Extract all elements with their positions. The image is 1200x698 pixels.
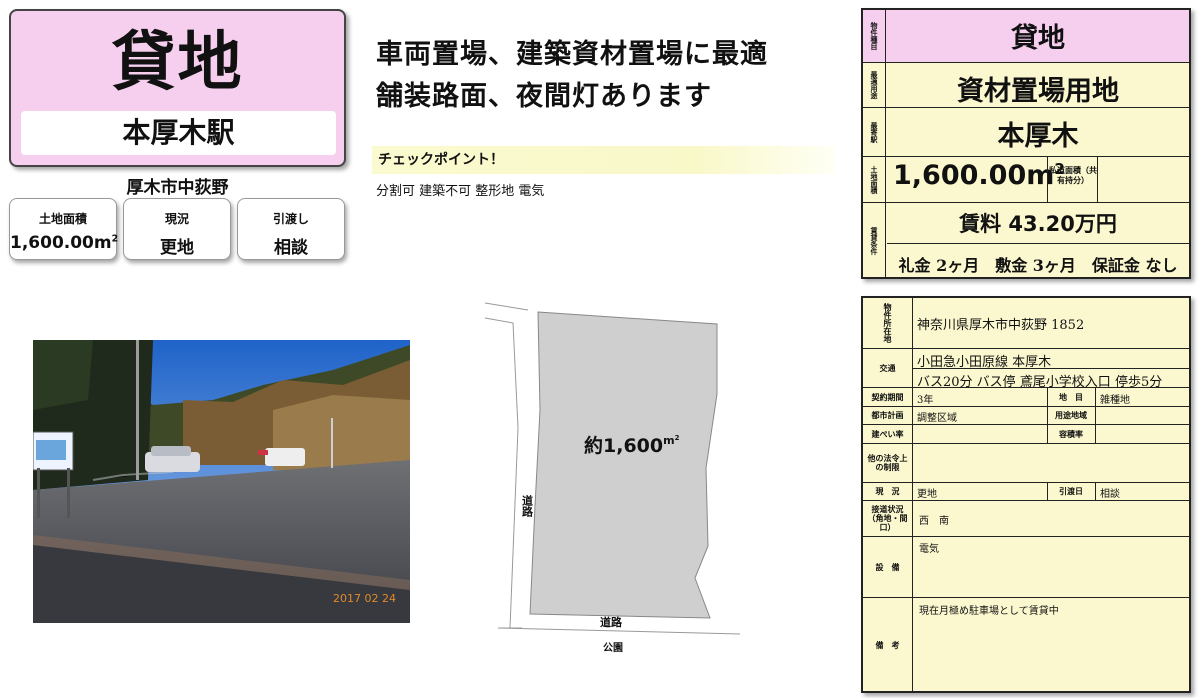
detail-handover-label: 引渡日: [1059, 487, 1083, 496]
detail-planning: 調整区域: [917, 413, 957, 424]
spec-area-value: 1,600.00m2: [893, 160, 1065, 191]
detail-contract: 3年: [917, 395, 934, 406]
detail-transport-label: 交通: [879, 363, 896, 373]
detail-table: 物件所在地 神奈川県厚木市中荻野 1852 交通 小田急小田原線 本厚木 バス2…: [861, 296, 1191, 693]
location-text: 厚木市中荻野: [126, 178, 229, 198]
detail-land: 雑種地: [1100, 395, 1130, 406]
title-card: 貸地 本厚木駅: [9, 9, 346, 167]
spec-conditions: 礼金 2ヶ月 敷金 3ヶ月 保証金 なし: [898, 256, 1178, 275]
info-box-handover: 引渡し 相談: [237, 198, 345, 260]
checkpoint-detail: 分割可 建築不可 整形地 電気: [376, 184, 545, 199]
detail-contract-label: 契約期間: [871, 392, 904, 402]
detail-handover: 相談: [1100, 489, 1120, 500]
headline-line2: 舗装路面、夜間灯あります: [376, 81, 712, 112]
spec-use-value: 資材置場用地: [957, 76, 1119, 107]
detail-notes: 現在月極め駐車場として賃貸中: [919, 606, 1059, 617]
detail-status-label: 現 況: [875, 487, 900, 496]
spec-type-label: 物件種目: [863, 10, 886, 62]
spec-station-value: 本厚木: [997, 121, 1079, 152]
photo-date-stamp: 2017 02 24: [333, 592, 396, 605]
info-value: 更地: [160, 238, 194, 258]
detail-planning-label: 都市計画: [871, 411, 904, 420]
detail-notes-label: 備 考: [875, 641, 900, 650]
checkpoint-title: チェックポイント！: [372, 146, 834, 174]
spec-table: 物件種目 貸地 最適用途 資材置場用地 最寄駅 本厚木 土地面積 1,600.0…: [861, 8, 1191, 279]
detail-facilities-label: 設 備: [875, 562, 900, 572]
spec-rent-value: 賃料 43.20万円: [959, 212, 1117, 236]
detail-road-label: 接道状況（角地・間口）: [867, 505, 908, 532]
detail-status: 更地: [917, 489, 937, 500]
spec-area-label: 土地面積: [863, 157, 886, 202]
detail-zoning-label: 用途地域: [1055, 411, 1087, 420]
detail-address-label: 物件所在地: [883, 303, 892, 343]
detail-bcr-label: 建ぺい率: [871, 429, 904, 439]
info-box-land-area: 土地面積 1,600.00m2: [9, 198, 119, 260]
spec-type-value: 貸地: [1011, 23, 1065, 54]
plot-diagram: 約1,600m2 道路 道路 公園: [480, 298, 760, 658]
headline-line1: 車両置場、建築資材置場に最適: [376, 39, 768, 70]
plot-road-left: 道路: [521, 494, 534, 518]
spec-use-label: 最適用途: [863, 63, 886, 107]
property-title: 貸地: [111, 26, 244, 100]
detail-road: 西 南: [919, 516, 949, 527]
info-value: 1,600.00m2: [10, 233, 119, 253]
info-label: 現況: [164, 212, 189, 226]
station-name: 本厚木駅: [21, 111, 336, 155]
detail-land-label: 地 目: [1059, 392, 1083, 402]
spec-rent-label: 賃貸条件: [863, 203, 886, 279]
headline: 車両置場、建築資材置場に最適 舗装路面、夜間灯あります: [376, 34, 768, 118]
spec-station-label: 最寄駅: [863, 108, 886, 156]
info-value: 相談: [274, 238, 308, 258]
plot-park: 公園: [603, 642, 623, 654]
spec-private-road-label: 私道面積（共有持分）: [1049, 166, 1097, 185]
property-photo: 2017 02 24: [33, 340, 410, 623]
detail-legal-label: 他の法令上の制限: [867, 454, 908, 472]
info-label: 引渡し: [272, 212, 309, 226]
plot-road-bottom: 道路: [600, 615, 623, 629]
detail-address: 神奈川県厚木市中荻野 1852: [917, 318, 1085, 333]
info-label: 土地面積: [38, 212, 87, 226]
info-box-status: 現況 更地: [123, 198, 231, 260]
detail-facilities: 電気: [919, 544, 939, 555]
detail-far-label: 容積率: [1059, 429, 1083, 439]
